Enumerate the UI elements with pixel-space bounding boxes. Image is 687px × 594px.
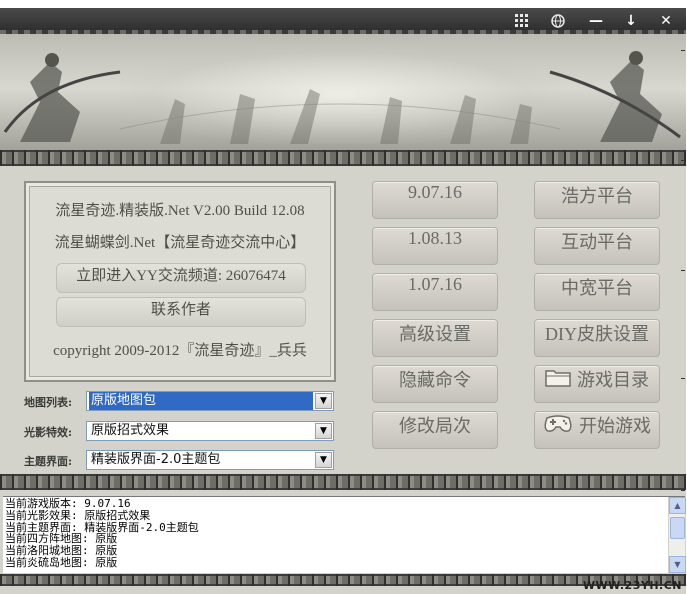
watermark-text: WWW.23YH.CN [582, 579, 682, 592]
scroll-thumb[interactable] [670, 517, 685, 539]
edge-mark [681, 378, 685, 379]
header-banner [0, 34, 686, 156]
edge-mark [681, 160, 685, 161]
gamepad-icon [543, 413, 573, 438]
status-log[interactable]: 当前游戏版本: 9.07.16 当前光影效果: 原版招式效果 当前主题界面: 精… [3, 496, 686, 573]
version-9-07-16-button[interactable]: 9.07.16 [372, 181, 498, 219]
minimize-button[interactable]: — [586, 12, 606, 30]
start-game-button[interactable]: 开始游戏 [534, 411, 660, 449]
copyright-text: copyright 2009-2012『流星奇迹』_兵兵 [53, 343, 307, 359]
info-panel: 流星奇迹.精装版.Net V2.00 Build 12.08 流星蝴蝶剑.Net… [24, 181, 336, 382]
chevron-down-icon[interactable]: ▼ [315, 423, 332, 439]
edge-mark [681, 50, 685, 51]
start-game-label: 开始游戏 [579, 416, 651, 436]
top-border-pattern [0, 150, 686, 166]
launcher-window: — ↓ ✕ 流星奇迹.精装版.Net V2.00 Build 12.08 流星蝴… [0, 8, 686, 594]
site-text: 流星蝴蝶剑.Net【流星奇迹交流中心】 [54, 235, 306, 251]
advanced-settings-button[interactable]: 高级设置 [372, 319, 498, 357]
theme-label: 主题界面: [24, 455, 73, 468]
map-list-select[interactable]: 原版地图包 ▼ [86, 391, 334, 411]
version-1-07-16-button[interactable]: 1.07.16 [372, 273, 498, 311]
modify-rounds-button[interactable]: 修改局次 [372, 411, 498, 449]
hidden-commands-button[interactable]: 隐藏命令 [372, 365, 498, 403]
log-line: 当前光影效果: 原版招式效果 [5, 508, 151, 522]
edge-mark [681, 490, 685, 491]
contact-author-button[interactable]: 联系作者 [56, 297, 306, 327]
light-effect-select[interactable]: 原版招式效果 ▼ [86, 421, 334, 441]
grid-icon[interactable] [512, 12, 532, 30]
haofang-platform-button[interactable]: 浩方平台 [534, 181, 660, 219]
battle-scene-image [120, 89, 560, 144]
folder-icon [545, 367, 571, 392]
globe-icon[interactable] [548, 12, 568, 30]
interactive-platform-button[interactable]: 互动平台 [534, 227, 660, 265]
bottom-border-pattern [0, 474, 686, 490]
close-button[interactable]: ✕ [656, 12, 676, 30]
zhongkuan-platform-button[interactable]: 中宽平台 [534, 273, 660, 311]
map-list-value: 原版地图包 [89, 392, 313, 410]
game-directory-button[interactable]: 游戏目录 [534, 365, 660, 403]
log-line: 当前炎硫岛地图: 原版 [5, 555, 118, 569]
scroll-down-icon[interactable]: ▼ [669, 556, 686, 573]
light-effect-value: 原版招式效果 [91, 423, 170, 438]
map-list-label: 地图列表: [24, 396, 73, 409]
diy-skin-button[interactable]: DIY皮肤设置 [534, 319, 660, 357]
yy-channel-button[interactable]: 立即进入YY交流频道: 26076474 [56, 263, 306, 293]
theme-select[interactable]: 精装版界面-2.0主题包 ▼ [86, 450, 334, 470]
download-button[interactable]: ↓ [621, 12, 641, 30]
chevron-down-icon[interactable]: ▼ [315, 452, 332, 468]
game-directory-label: 游戏目录 [577, 370, 649, 390]
chevron-down-icon[interactable]: ▼ [315, 393, 332, 409]
light-effect-label: 光影特效: [24, 426, 73, 439]
log-scrollbar[interactable]: ▲ ▼ [668, 497, 686, 573]
theme-value: 精装版界面-2.0主题包 [91, 452, 221, 467]
edge-mark [681, 270, 685, 271]
scroll-up-icon[interactable]: ▲ [669, 497, 686, 514]
log-lines: 当前游戏版本: 9.07.16 当前光影效果: 原版招式效果 当前主题界面: 精… [5, 498, 665, 569]
title-bar[interactable]: — ↓ ✕ [0, 8, 686, 34]
version-1-08-13-button[interactable]: 1.08.13 [372, 227, 498, 265]
warrior-left-image [3, 53, 121, 142]
version-text: 流星奇迹.精装版.Net V2.00 Build 12.08 [55, 203, 305, 219]
warrior-right-image [549, 51, 681, 142]
